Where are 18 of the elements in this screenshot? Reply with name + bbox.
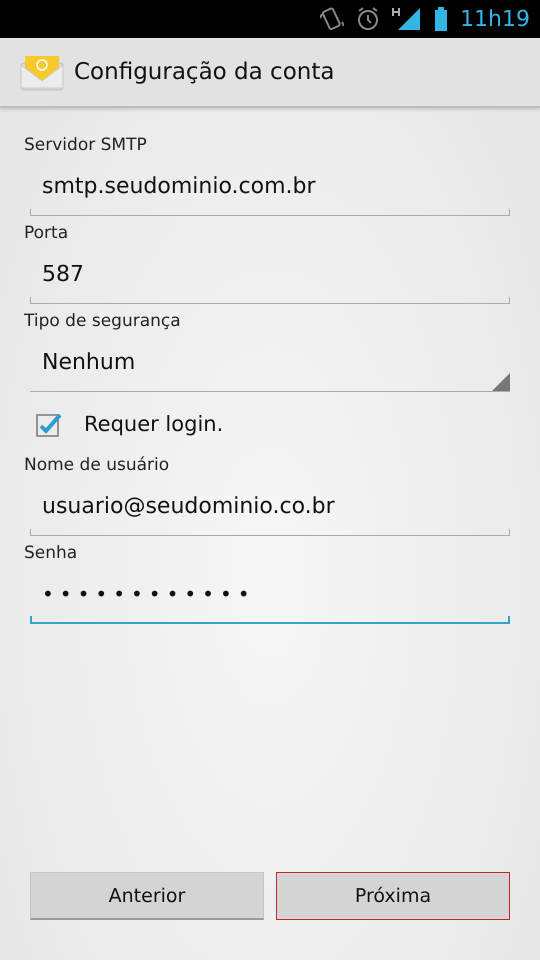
field-label: Nome de usuário bbox=[24, 454, 170, 477]
envelope-icon bbox=[20, 53, 64, 91]
dropdown[interactable]: Nenhum bbox=[30, 334, 510, 392]
battery-icon bbox=[434, 6, 448, 32]
checkbox-label: Requer login. bbox=[84, 412, 224, 436]
signal-icon bbox=[392, 6, 422, 32]
field-label: Porta bbox=[24, 222, 70, 245]
previous-button[interactable]: Anterior bbox=[30, 872, 264, 920]
vibrate-icon bbox=[320, 6, 344, 32]
status-time: 11h19 bbox=[460, 6, 530, 32]
field-label: Servidor SMTP bbox=[24, 134, 148, 157]
field-label: Senha bbox=[24, 542, 78, 565]
field-label: Tipo de segurança bbox=[24, 310, 182, 333]
screen-title: Configuração da conta bbox=[74, 59, 334, 85]
next-button[interactable]: Próxima bbox=[276, 872, 510, 920]
dropdown-arrow-icon bbox=[492, 373, 510, 391]
alarm-icon bbox=[356, 6, 380, 32]
checkbox[interactable] bbox=[36, 411, 62, 437]
